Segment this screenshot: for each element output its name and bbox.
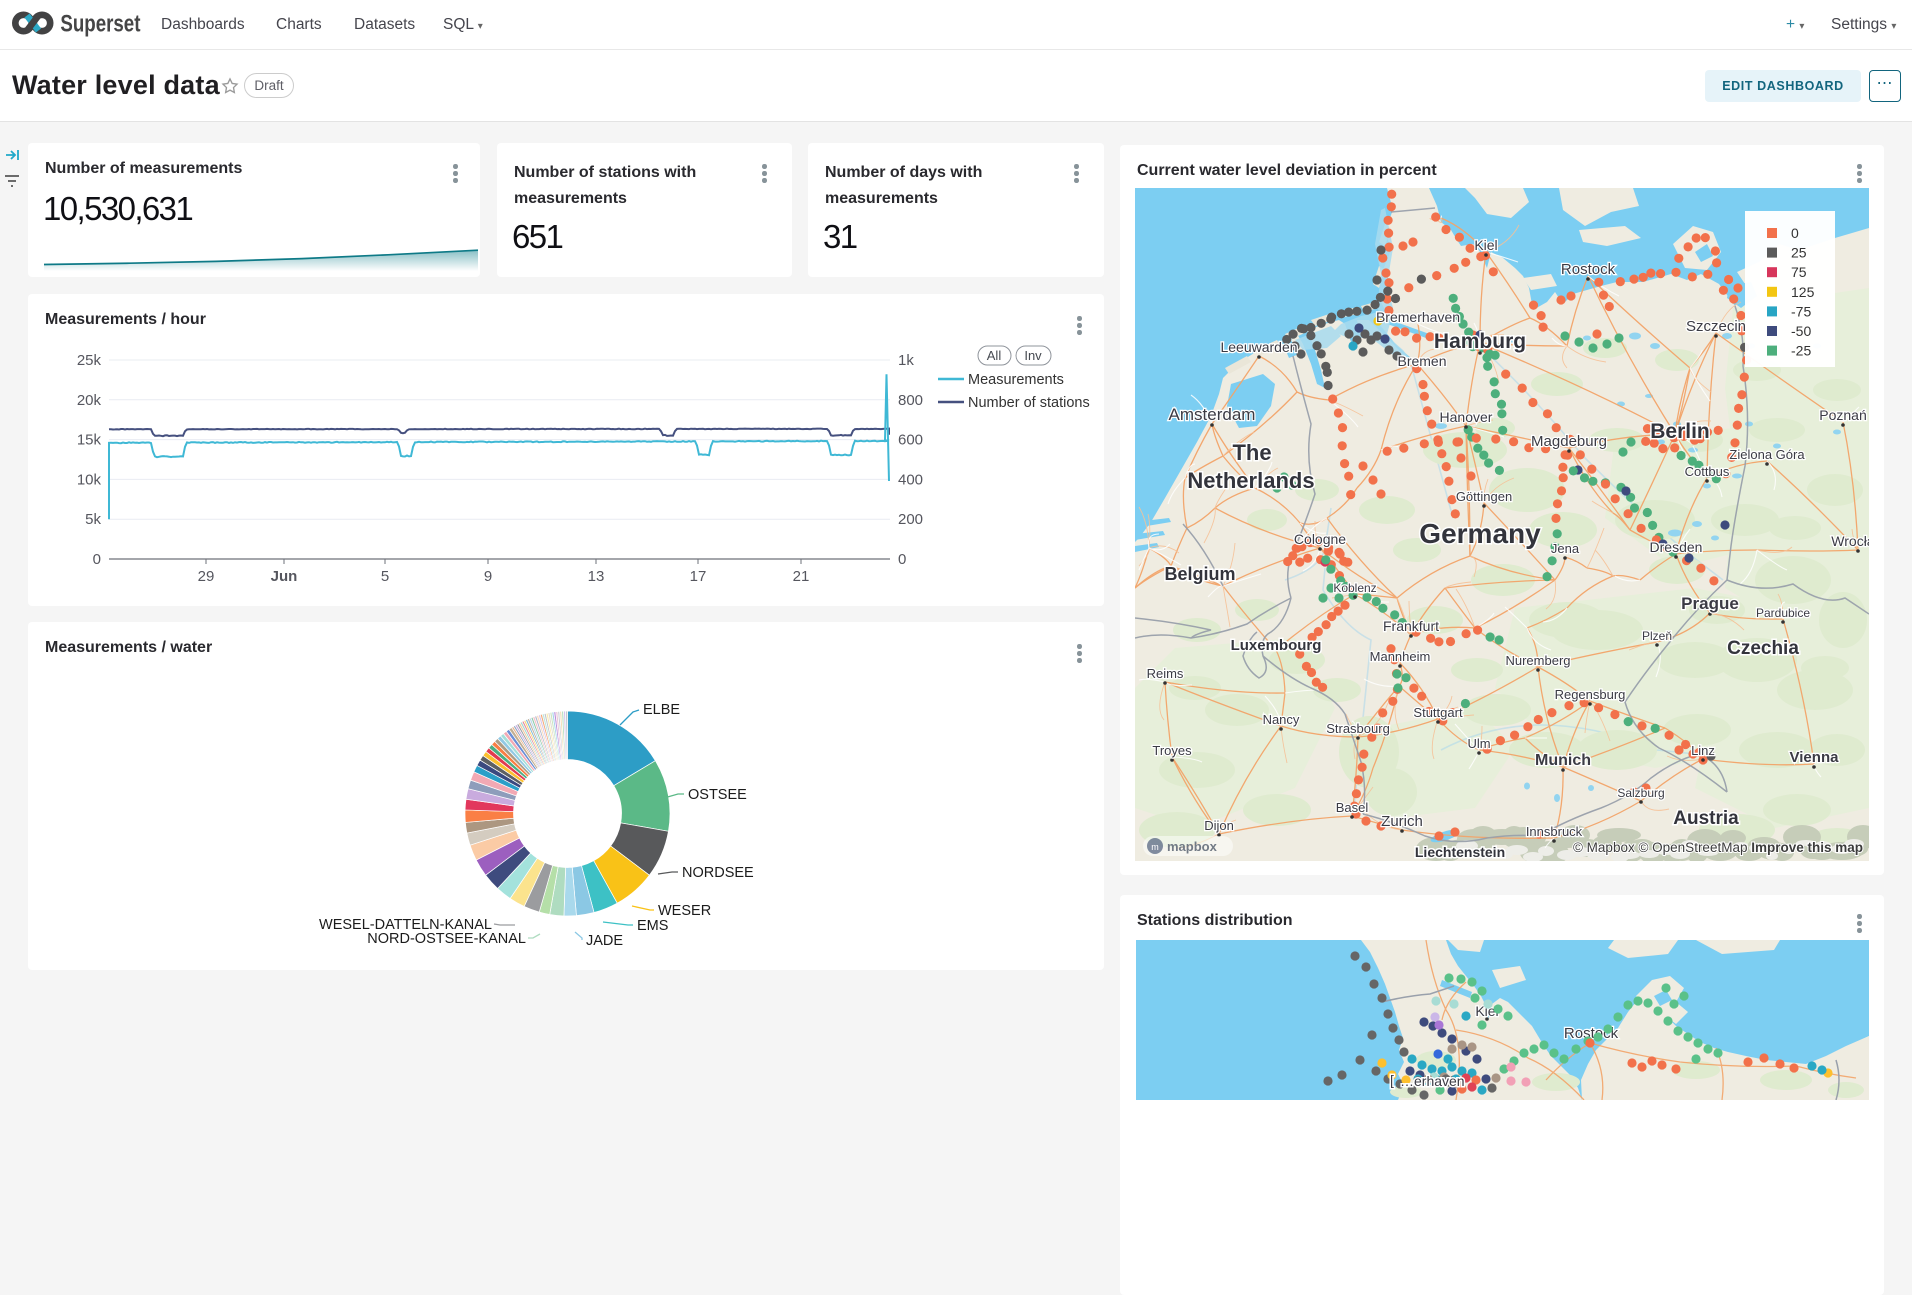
svg-text:Zurich: Zurich [1381,813,1423,830]
svg-text:Göttingen: Göttingen [1456,489,1512,504]
svg-text:Nuremberg: Nuremberg [1505,653,1570,668]
svg-text:Koblenz: Koblenz [1333,581,1376,595]
svg-text:600: 600 [898,432,923,449]
svg-text:Number of stations: Number of stations [968,395,1090,411]
svg-text:Dresden: Dresden [1650,539,1703,555]
svg-text:5k: 5k [85,511,101,528]
svg-text:29: 29 [198,568,215,585]
svg-text:0: 0 [1791,225,1799,241]
svg-text:17: 17 [690,568,707,585]
svg-text:ELBE: ELBE [643,702,680,718]
svg-text:Belgium: Belgium [1164,564,1235,584]
svg-text:Rostock: Rostock [1561,261,1616,278]
svg-text:125: 125 [1791,284,1815,300]
svg-text:EMS: EMS [637,918,668,934]
svg-text:Hanover: Hanover [1440,409,1493,425]
svg-text:21: 21 [793,568,810,585]
svg-text:20k: 20k [77,392,102,409]
svg-text:All: All [987,348,1002,363]
svg-text:Netherlands: Netherlands [1187,468,1314,493]
svg-text:Germany: Germany [1419,518,1541,549]
svg-text:OSTSEE: OSTSEE [688,787,747,803]
svg-text:Amsterdam: Amsterdam [1169,405,1256,424]
svg-text:Prague: Prague [1681,594,1739,613]
svg-text:Mannheim: Mannheim [1370,649,1431,664]
svg-text:-25: -25 [1791,343,1811,359]
svg-text:Innsbruck: Innsbruck [1526,824,1583,839]
svg-text:Reims: Reims [1147,666,1184,681]
svg-text:10k: 10k [77,471,102,488]
svg-text:[: [ [1390,1072,1394,1088]
svg-text:NORDSEE: NORDSEE [682,865,754,881]
svg-text:NORD-OSTSEE-KANAL: NORD-OSTSEE-KANAL [367,931,526,947]
svg-text:Measurements: Measurements [968,372,1064,388]
svg-text:Czechia: Czechia [1727,638,1799,659]
svg-text:Strasbourg: Strasbourg [1326,721,1390,736]
svg-text:Dijon: Dijon [1204,818,1234,833]
svg-text:Jun: Jun [271,568,298,585]
svg-text:mapbox: mapbox [1167,839,1218,854]
svg-text:JADE: JADE [586,933,623,949]
svg-text:Frankfurt: Frankfurt [1383,618,1439,634]
svg-text:Linz: Linz [1691,743,1715,758]
svg-text:Regensburg: Regensburg [1555,687,1626,702]
svg-text:Superset: Superset [60,11,140,37]
svg-text:1k: 1k [898,352,914,369]
svg-text:© Mapbox © OpenStreetMap Impro: © Mapbox © OpenStreetMap Improve this ma… [1573,840,1863,855]
svg-text:…erhaven: …erhaven [1400,1073,1465,1089]
svg-text:15k: 15k [77,432,102,449]
svg-text:Liechtenstein: Liechtenstein [1415,844,1505,860]
svg-text:Szczecin: Szczecin [1686,318,1746,335]
svg-text:200: 200 [898,511,923,528]
svg-text:Cologne: Cologne [1294,531,1346,547]
svg-text:9: 9 [484,568,492,585]
svg-text:Munich: Munich [1535,752,1591,769]
svg-text:Plzeň: Plzeň [1642,629,1672,643]
svg-text:0: 0 [93,551,101,568]
svg-text:0: 0 [898,551,906,568]
svg-text:400: 400 [898,471,923,488]
svg-text:-75: -75 [1791,303,1811,319]
svg-text:-50: -50 [1791,323,1811,339]
svg-text:Nancy: Nancy [1263,712,1300,727]
svg-text:Luxembourg: Luxembourg [1231,637,1322,654]
svg-text:Troyes: Troyes [1152,743,1192,758]
svg-text:75: 75 [1791,264,1807,280]
svg-text:Wrocław: Wrocław [1831,533,1869,549]
svg-text:Ulm: Ulm [1467,736,1490,751]
svg-text:25k: 25k [77,352,102,369]
svg-text:Berlin: Berlin [1650,420,1710,443]
svg-text:5: 5 [381,568,389,585]
svg-text:Inv: Inv [1024,348,1042,363]
svg-text:Vienna: Vienna [1790,749,1840,766]
svg-text:Magdeburg: Magdeburg [1531,433,1607,450]
svg-text:Poznań: Poznań [1819,407,1866,423]
svg-text:13: 13 [588,568,605,585]
svg-text:Bremen: Bremen [1397,353,1446,369]
svg-text:WESEL-DATTELN-KANAL: WESEL-DATTELN-KANAL [319,917,492,933]
svg-text:Cottbus: Cottbus [1685,464,1730,479]
svg-text:Jena: Jena [1551,541,1580,556]
svg-text:Leeuwarden: Leeuwarden [1220,339,1297,355]
svg-text:Zielona Góra: Zielona Góra [1729,447,1805,462]
svg-text:Hamburg: Hamburg [1434,330,1526,353]
svg-text:Stuttgart: Stuttgart [1413,705,1463,720]
svg-text:The: The [1232,440,1271,465]
svg-text:WESER: WESER [658,903,711,919]
svg-text:Salzburg: Salzburg [1617,786,1664,800]
svg-text:Austria: Austria [1673,808,1739,829]
svg-text:Pardubice: Pardubice [1756,606,1810,620]
svg-text:25: 25 [1791,245,1807,261]
svg-text:800: 800 [898,392,923,409]
svg-text:m: m [1151,842,1159,852]
svg-text:Bremerhaven: Bremerhaven [1376,309,1460,325]
svg-text:Kiel: Kiel [1474,237,1497,253]
svg-text:Basel: Basel [1336,800,1369,815]
